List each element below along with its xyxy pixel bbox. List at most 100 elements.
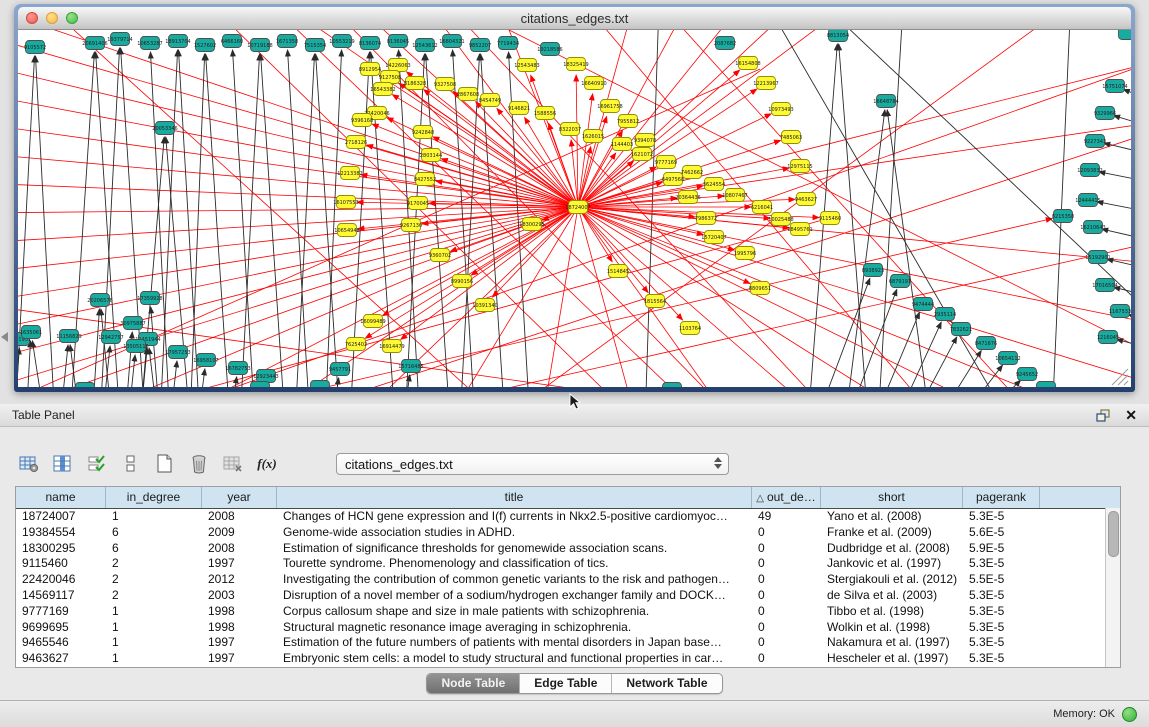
network-edge[interactable] [1102, 229, 1131, 239]
table-row[interactable]: 1456911722003Disruption of a novel membe… [16, 588, 1120, 604]
cell[interactable]: Changes of HCN gene expression and I(f) … [277, 509, 752, 525]
cell[interactable]: 0 [752, 556, 821, 572]
cell[interactable]: 0 [752, 620, 821, 636]
panel-collapse-arrow[interactable] [1, 332, 8, 342]
network-edge[interactable] [578, 63, 1131, 207]
cell[interactable]: Genome-wide association studies in ADHD. [277, 525, 752, 541]
table-row[interactable]: 911546021997Tourette syndrome. Phenomeno… [16, 556, 1120, 572]
cell[interactable]: Yano et al. (2008) [821, 509, 963, 525]
function-builder-icon[interactable]: f(x) [256, 453, 278, 475]
column-header-out_de[interactable]: △out_de… [752, 487, 821, 508]
cell[interactable]: Disruption of a novel member of a sodium… [277, 588, 752, 604]
cell[interactable]: 9699695 [16, 620, 106, 636]
cell[interactable]: 9465546 [16, 635, 106, 651]
memory-status-led[interactable] [1122, 707, 1137, 722]
column-header-title[interactable]: title [277, 487, 752, 508]
network-canvas[interactable]: 9105572206914061937971410653287189137041… [18, 30, 1131, 387]
cell[interactable]: 2 [106, 588, 202, 604]
network-edge[interactable] [1097, 202, 1131, 211]
delete-table-icon[interactable] [222, 453, 244, 475]
cell[interactable]: 2012 [202, 572, 277, 588]
cell[interactable]: 5.3E-5 [963, 635, 1040, 651]
table-row[interactable]: 1830029562008Estimation of significance … [16, 541, 1120, 557]
cell[interactable]: 5.6E-5 [963, 525, 1040, 541]
network-node[interactable] [1119, 30, 1132, 40]
cell[interactable]: 2008 [202, 541, 277, 557]
cell[interactable]: Stergiakouli et al. (2012) [821, 572, 963, 588]
cell[interactable]: Embryonic stem cells: a model to study s… [277, 651, 752, 667]
citation-network-graph[interactable]: 9105572206914061937971410653287189137041… [18, 30, 1131, 387]
table-row[interactable]: 946554611997Estimation of the future num… [16, 635, 1120, 651]
network-edge[interactable] [288, 50, 310, 387]
cell[interactable]: 2009 [202, 525, 277, 541]
cell[interactable]: 0 [752, 541, 821, 557]
network-edge[interactable] [60, 345, 68, 387]
network-node[interactable] [663, 383, 682, 388]
network-edge[interactable] [18, 153, 578, 207]
cell[interactable]: 0 [752, 635, 821, 651]
cell[interactable]: 0 [752, 588, 821, 604]
cell[interactable]: 0 [752, 651, 821, 667]
cell[interactable]: 1998 [202, 604, 277, 620]
cell[interactable]: 1 [106, 635, 202, 651]
network-edge[interactable] [1114, 116, 1131, 125]
network-edge[interactable] [936, 351, 981, 387]
network-edge[interactable] [198, 369, 205, 387]
table-row[interactable]: 2242004622012Investigating the contribut… [16, 572, 1120, 588]
cell[interactable]: 0 [752, 604, 821, 620]
cell[interactable]: Tibbo et al. (1998) [821, 604, 963, 620]
cell[interactable]: 14569117 [16, 588, 106, 604]
cell[interactable]: 5.3E-5 [963, 556, 1040, 572]
column-header-in_degree[interactable]: in_degree [106, 487, 202, 508]
cell[interactable]: 19384554 [16, 525, 106, 541]
column-header-pagerank[interactable]: pagerank [963, 487, 1040, 508]
cell[interactable]: 9115460 [16, 556, 106, 572]
column-header-name[interactable]: name [16, 487, 106, 508]
table-row[interactable]: 946362711997Embryonic stem cells: a mode… [16, 651, 1120, 667]
scrollbar-thumb[interactable] [1108, 511, 1119, 557]
cell[interactable]: 0 [752, 525, 821, 541]
cell[interactable]: Dudbridge et al. (2008) [821, 541, 963, 557]
show-columns-icon[interactable] [52, 453, 74, 475]
new-column-icon[interactable] [154, 453, 176, 475]
select-all-icon[interactable] [86, 453, 108, 475]
network-edge[interactable] [160, 50, 178, 387]
cell[interactable]: de Silva et al. (2003) [821, 588, 963, 604]
cell[interactable]: 1 [106, 604, 202, 620]
network-edge[interactable] [18, 30, 578, 207]
cell[interactable]: 2 [106, 572, 202, 588]
cell[interactable]: 6 [106, 541, 202, 557]
network-edge[interactable] [873, 312, 920, 387]
cell[interactable]: Nakamura et al. (1997) [821, 635, 963, 651]
network-node[interactable] [251, 382, 270, 388]
tab-edge-table[interactable]: Edge Table [519, 674, 611, 693]
cell[interactable]: Wolkin et al. (1998) [821, 620, 963, 636]
column-header-short[interactable]: short [821, 487, 963, 508]
table-row[interactable]: 969969511998Structural magnetic resonanc… [16, 620, 1120, 636]
cell[interactable]: 5.3E-5 [963, 588, 1040, 604]
cell[interactable]: 5.5E-5 [963, 572, 1040, 588]
network-edge[interactable] [230, 377, 237, 387]
cell[interactable]: 2003 [202, 588, 277, 604]
table-vertical-scrollbar[interactable] [1105, 508, 1120, 667]
network-edge[interactable] [578, 207, 750, 284]
network-edge[interactable] [1099, 172, 1131, 181]
cell[interactable]: 2008 [202, 509, 277, 525]
cell[interactable]: 1997 [202, 651, 277, 667]
network-node[interactable] [1037, 382, 1056, 388]
network-edge[interactable] [170, 361, 177, 387]
cell[interactable]: 5.3E-5 [963, 604, 1040, 620]
network-edge[interactable] [18, 63, 578, 207]
cell[interactable]: Estimation of significance thresholds fo… [277, 541, 752, 557]
cell[interactable]: Franke et al. (2009) [821, 525, 963, 541]
network-edge[interactable] [18, 33, 578, 207]
network-edge[interactable] [958, 365, 1003, 387]
cell[interactable]: Tourette syndrome. Phenomenology and cla… [277, 556, 752, 572]
cell[interactable]: 5.3E-5 [963, 620, 1040, 636]
cell[interactable]: Jankovic et al. (1997) [821, 556, 963, 572]
cell[interactable]: 2 [106, 556, 202, 572]
cell[interactable]: 1998 [202, 620, 277, 636]
network-edge[interactable] [845, 110, 885, 387]
table-row[interactable]: 1872400712008Changes of HCN gene express… [16, 509, 1120, 525]
close-panel-icon[interactable]: ✕ [1125, 407, 1137, 424]
